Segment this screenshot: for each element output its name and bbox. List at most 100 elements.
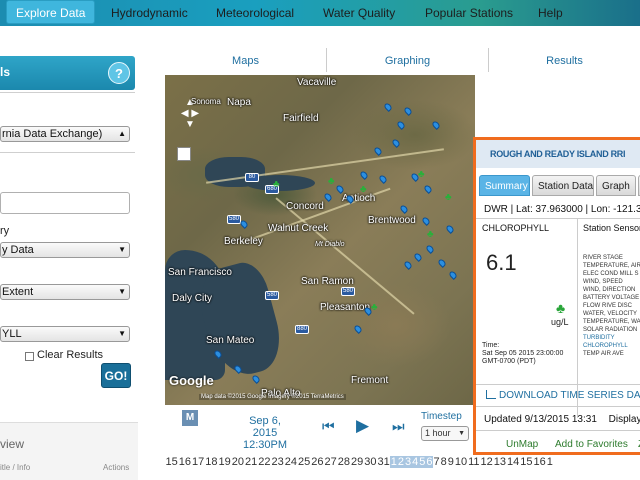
play-icon[interactable]: ▶ xyxy=(356,416,369,436)
chlorophyll-leaf-icon[interactable]: ♣ xyxy=(427,230,435,240)
day-cell[interactable]: 22 xyxy=(258,456,271,468)
day-cell[interactable]: 30 xyxy=(364,456,377,468)
station-pin[interactable] xyxy=(396,120,406,130)
day-cell[interactable]: 10 xyxy=(454,456,467,468)
day-cell[interactable]: 28 xyxy=(337,456,350,468)
nav-meteorological[interactable]: Meteorological xyxy=(216,0,294,26)
station-pin[interactable] xyxy=(323,192,333,202)
chlorophyll-leaf-icon[interactable]: ♣ xyxy=(328,177,336,187)
category-value: y Data xyxy=(2,244,34,256)
sensor-link[interactable]: CHLOROPHYLL xyxy=(583,342,640,350)
day-cell[interactable]: 2 xyxy=(397,456,405,468)
map-view[interactable]: ▲ ◀ ▶ ▼ Vacaville Sonoma Napa Fairfield Co… xyxy=(165,75,475,405)
skip-forward-icon[interactable]: ⏭ xyxy=(392,418,405,435)
chlorophyll-leaf-icon[interactable]: ♣ xyxy=(418,170,426,180)
day-cell[interactable]: 16 xyxy=(533,456,546,468)
add-to-favorites-link[interactable]: Add to Favorites xyxy=(555,439,628,450)
day-cell[interactable]: 5 xyxy=(418,456,426,468)
chevron-down-icon: ▲ xyxy=(118,129,126,138)
day-cell[interactable]: 20 xyxy=(231,456,244,468)
tab-maps[interactable]: Maps xyxy=(165,48,327,72)
popup-tab-station-data[interactable]: Station Data xyxy=(532,175,594,196)
chlorophyll-leaf-icon[interactable]: ♣ xyxy=(360,185,368,195)
station-pin[interactable] xyxy=(413,252,423,262)
go-button[interactable]: GO! xyxy=(101,363,131,388)
chlorophyll-leaf-icon[interactable]: ♣ xyxy=(273,180,281,190)
station-pin[interactable] xyxy=(373,146,383,156)
station-pin[interactable] xyxy=(399,204,409,214)
day-cell[interactable]: 24 xyxy=(284,456,297,468)
parameter-select[interactable]: YLL ▼ xyxy=(0,326,130,342)
station-pin[interactable] xyxy=(423,184,433,194)
chevron-down-icon: ▼ xyxy=(118,245,126,254)
station-pin[interactable] xyxy=(403,106,413,116)
sensor-link[interactable]: TURBIDITY xyxy=(583,334,640,342)
display-link[interactable]: Display M xyxy=(609,414,640,425)
day-cell[interactable]: 3 xyxy=(404,456,412,468)
timestep-select[interactable]: 1 hour ▼ xyxy=(421,426,469,441)
day-cell[interactable]: 13 xyxy=(493,456,506,468)
chlorophyll-leaf-icon[interactable]: ♣ xyxy=(445,193,453,203)
day-cell[interactable]: 1 xyxy=(546,456,553,468)
day-cell[interactable]: 31 xyxy=(377,456,390,468)
day-cell[interactable]: 16 xyxy=(178,456,191,468)
month-button[interactable]: M xyxy=(182,410,198,426)
nav-help[interactable]: Help xyxy=(538,0,563,26)
station-pin[interactable] xyxy=(383,102,393,112)
sensor-item: WIND, DIRECTION xyxy=(583,287,636,293)
tab-results[interactable]: Results xyxy=(489,48,640,72)
day-cell[interactable]: 18 xyxy=(205,456,218,468)
clear-results-checkbox[interactable] xyxy=(25,352,34,361)
tab-graphing[interactable]: Graphing xyxy=(327,48,489,72)
extent-select[interactable]: Extent ▼ xyxy=(0,284,130,300)
nav-popular-stations[interactable]: Popular Stations xyxy=(425,0,513,26)
nav-water-quality[interactable]: Water Quality xyxy=(323,0,395,26)
station-pin[interactable] xyxy=(359,170,369,180)
day-cell[interactable]: 6 xyxy=(425,456,433,468)
day-cell[interactable]: 17 xyxy=(192,456,205,468)
day-cell[interactable]: 29 xyxy=(351,456,364,468)
day-cell[interactable]: 21 xyxy=(245,456,258,468)
station-pin[interactable] xyxy=(431,120,441,130)
category-select[interactable]: y Data ▼ xyxy=(0,242,130,258)
day-cell[interactable]: 15 xyxy=(520,456,533,468)
station-pin[interactable] xyxy=(425,244,435,254)
day-cell[interactable]: 25 xyxy=(298,456,311,468)
day-cell[interactable]: 26 xyxy=(311,456,324,468)
day-cell[interactable]: 4 xyxy=(411,456,419,468)
search-input[interactable] xyxy=(0,192,130,214)
nav-hydrodynamic[interactable]: Hydrodynamic xyxy=(111,0,188,26)
left-panel: ls ? rnia Data Exchange) ▲ ry y Data ▼ E… xyxy=(0,26,148,480)
day-cell[interactable]: 23 xyxy=(271,456,284,468)
updated-timestamp: Updated 9/13/2015 13:31 xyxy=(484,414,597,425)
popup-tab-summary[interactable]: Summary xyxy=(479,175,530,196)
sensor-item: TEMPERATURE, WA xyxy=(583,319,640,325)
download-time-series-link[interactable]: DOWNLOAD TIME SERIES DATA xyxy=(486,390,640,401)
station-pin[interactable] xyxy=(421,216,431,226)
day-cell[interactable]: 15 xyxy=(165,456,178,468)
skip-back-icon[interactable]: ⏮ xyxy=(322,418,335,435)
help-icon[interactable]: ? xyxy=(108,62,130,84)
street-view-icon[interactable] xyxy=(177,147,191,161)
station-pin[interactable] xyxy=(448,270,458,280)
chlorophyll-leaf-icon[interactable]: ♣ xyxy=(371,303,379,313)
station-pin[interactable] xyxy=(353,324,363,334)
nav-explore-data[interactable]: Explore Data xyxy=(6,0,96,24)
station-pin[interactable] xyxy=(378,174,388,184)
day-cell[interactable]: 11 xyxy=(468,456,480,468)
day-cell[interactable]: 27 xyxy=(324,456,337,468)
station-pin[interactable] xyxy=(239,219,249,229)
data-source-select[interactable]: rnia Data Exchange) ▲ xyxy=(0,126,130,142)
station-pin[interactable] xyxy=(251,374,261,384)
popup-tab-graph[interactable]: Graph xyxy=(596,175,636,196)
time-value: Sat Sep 05 2015 23:00:00 GMT-0700 (PDT) xyxy=(482,350,564,365)
day-strip[interactable]: 1516171819202122232425262728293031123456… xyxy=(165,456,640,472)
station-pin[interactable] xyxy=(445,224,455,234)
unmap-link[interactable]: UnMap xyxy=(506,439,538,450)
day-cell[interactable]: 12 xyxy=(480,456,493,468)
station-pin[interactable] xyxy=(391,138,401,148)
station-pin[interactable] xyxy=(403,260,413,270)
day-cell[interactable]: 19 xyxy=(218,456,231,468)
day-cell[interactable]: 14 xyxy=(507,456,520,468)
station-pin[interactable] xyxy=(437,258,447,268)
